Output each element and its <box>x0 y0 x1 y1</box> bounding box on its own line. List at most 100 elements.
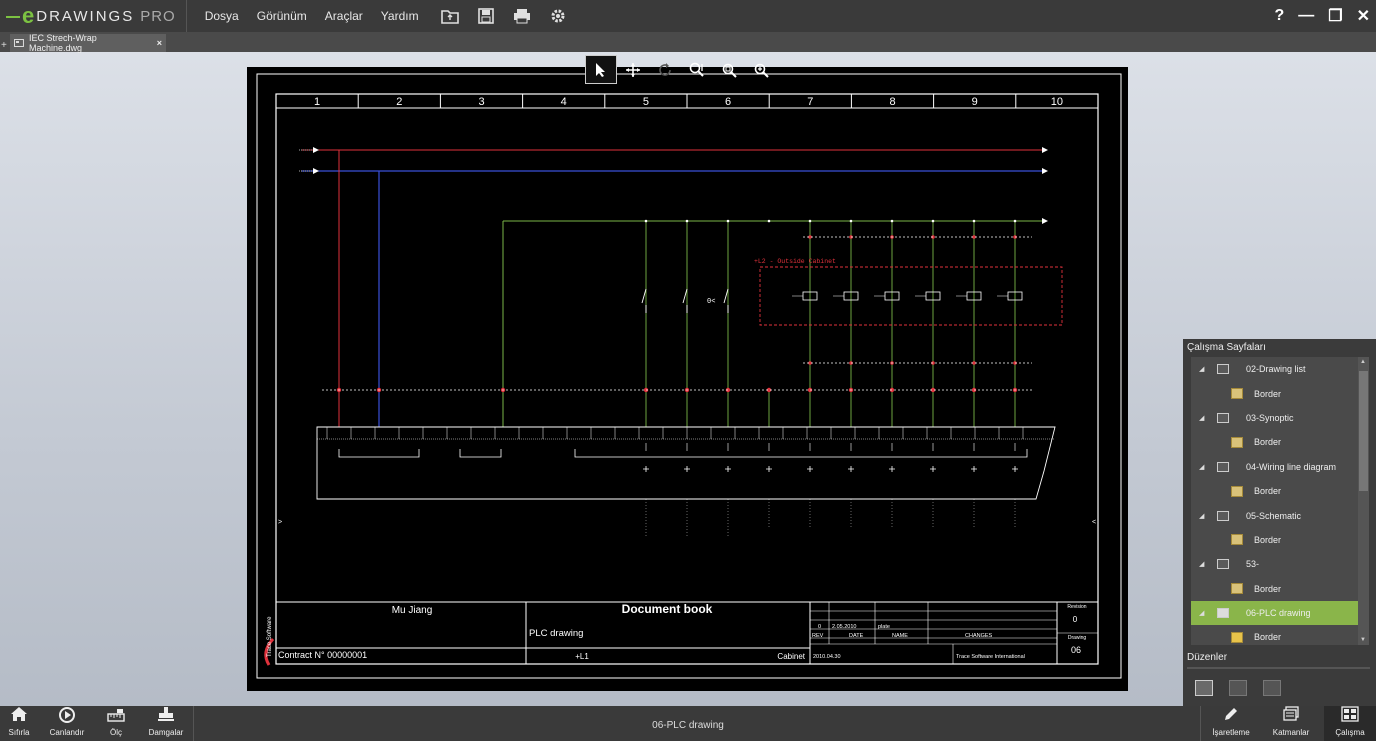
contract-number: Contract N° 00000001 <box>278 650 367 660</box>
zoom-icon[interactable] <box>745 55 777 84</box>
plus-marker <box>848 466 854 472</box>
scroll-up-icon[interactable]: ▲ <box>1360 359 1366 365</box>
column-number: 7 <box>807 96 813 108</box>
pin-icon[interactable]: + <box>1 40 7 51</box>
expand-arrow-icon[interactable]: ◢ <box>1199 560 1204 568</box>
column-grid: 1 2 3 4 5 6 7 8 9 10 <box>314 94 1063 108</box>
layers-button[interactable]: Katmanlar <box>1268 706 1314 741</box>
animate-button[interactable]: Canlandır <box>48 706 86 741</box>
col-name: NAME <box>892 633 908 639</box>
rotate-icon[interactable] <box>649 55 681 84</box>
help-icon[interactable]: ? <box>1274 7 1284 25</box>
restore-icon[interactable]: ❐ <box>1328 6 1342 26</box>
stamps-button[interactable]: Damgalar <box>146 706 186 741</box>
layout-model-icon[interactable] <box>1195 680 1213 696</box>
column-number: 8 <box>889 96 895 108</box>
document-subtitle: PLC drawing <box>529 628 583 639</box>
document-title: Document book <box>622 602 713 616</box>
tree-item-border[interactable]: Border <box>1191 430 1358 454</box>
layers-icon <box>1282 706 1300 728</box>
column-number: 2 <box>396 96 402 108</box>
zoom-fit-icon[interactable] <box>713 55 745 84</box>
tree-item-53[interactable]: ◢ 53- <box>1191 552 1358 576</box>
plus-marker <box>725 466 731 472</box>
plc-brackets <box>338 449 1028 458</box>
layout-sheet-icon[interactable] <box>1229 680 1247 696</box>
logo-e: e <box>22 3 35 28</box>
trace-software-logo: Trace Software <box>264 616 275 666</box>
expand-arrow-icon[interactable]: ◢ <box>1199 609 1204 617</box>
col-rev: REV <box>812 633 824 639</box>
expand-arrow-icon[interactable]: ◢ <box>1199 414 1204 422</box>
document-tab[interactable]: IEC Strech-Wrap Machine.dwg × <box>10 33 166 53</box>
sheets-icon <box>1341 706 1359 728</box>
tree-item-drawing-list[interactable]: ◢ 02-Drawing list <box>1191 357 1358 381</box>
title-bar: e DRAWINGS PRO Dosya Görünüm Araçlar Yar… <box>0 0 1376 32</box>
col-date: DATE <box>849 633 864 639</box>
rev-date: 2.05.2010 <box>832 624 856 630</box>
column-number: 3 <box>478 96 484 108</box>
sheets-button[interactable]: Çalışma <box>1330 706 1370 741</box>
svg-text:<: < <box>1092 519 1096 526</box>
tree-item-plc-drawing[interactable]: ◢ 06-PLC drawing <box>1191 600 1358 626</box>
sheet-icon <box>1217 461 1229 472</box>
print-icon[interactable] <box>511 5 533 27</box>
tab-close-icon[interactable]: × <box>157 38 162 48</box>
drawing-date: 2010.04.30 <box>813 654 841 660</box>
document-icon <box>14 39 24 47</box>
plc-terminals <box>326 427 1024 439</box>
zoom-window-icon[interactable] <box>681 55 713 84</box>
column-number: 5 <box>643 96 649 108</box>
column-number: 9 <box>972 96 978 108</box>
toolbar-separator <box>193 706 194 741</box>
border-layout-icon <box>1231 583 1243 595</box>
svg-text:Trace Software: Trace Software <box>267 616 273 657</box>
measure-button[interactable]: Ölç <box>106 706 126 741</box>
border-layout-icon <box>1231 534 1243 546</box>
cabinet-label: +L2 - Outside Cabinet <box>754 258 836 265</box>
tree-item-synoptic[interactable]: ◢ 03-Synoptic <box>1191 406 1358 430</box>
menu-gorunum[interactable]: Görünüm <box>257 9 307 23</box>
open-icon[interactable] <box>439 5 461 27</box>
markup-button[interactable]: İşaretleme <box>1208 706 1254 741</box>
save-icon[interactable] <box>475 5 497 27</box>
scroll-down-icon[interactable]: ▼ <box>1360 637 1366 643</box>
scroll-thumb[interactable] <box>1359 371 1368 491</box>
plus-marker <box>889 466 895 472</box>
tree-item-border[interactable]: Border <box>1191 625 1358 649</box>
menu-dosya[interactable]: Dosya <box>205 9 239 23</box>
menu-yardim[interactable]: Yardım <box>381 9 419 23</box>
tree-scrollbar[interactable]: ▲ ▼ <box>1358 357 1369 645</box>
junction-dot <box>726 219 730 223</box>
expand-arrow-icon[interactable]: ◢ <box>1199 365 1204 373</box>
settings-gear-icon[interactable] <box>547 5 569 27</box>
tree-item-schematic[interactable]: ◢ 05-Schematic <box>1191 503 1358 527</box>
column-number: 6 <box>725 96 731 108</box>
tree-item-border[interactable]: Border <box>1191 528 1358 552</box>
tree-item-border[interactable]: Border <box>1191 381 1358 405</box>
border-layout-icon <box>1231 485 1243 497</box>
plus-marker <box>766 466 772 472</box>
select-arrow-icon[interactable] <box>585 55 617 84</box>
pan-icon[interactable] <box>617 55 649 84</box>
close-icon[interactable]: ✕ <box>1357 6 1370 26</box>
reset-button[interactable]: Sıfırla <box>6 706 32 741</box>
expand-arrow-icon[interactable]: ◢ <box>1199 512 1204 520</box>
layout-grid-icon[interactable] <box>1263 680 1281 696</box>
minimize-icon[interactable]: — <box>1298 7 1314 25</box>
sheet-icon <box>1217 510 1229 521</box>
tree-item-wiring-line-diagram[interactable]: ◢ 04-Wiring line diagram <box>1191 455 1358 479</box>
junction-dot <box>685 219 689 223</box>
border-layout-icon <box>1231 631 1243 643</box>
menu-araclar[interactable]: Araçlar <box>325 9 363 23</box>
drawing-canvas[interactable]: 1 2 3 4 5 6 7 8 9 10 > < +L2 - Outside Cabinet <box>247 67 1128 691</box>
bottom-toolbar: Sıfırla Canlandır Ölç Damgalar 06-PLC dr… <box>0 706 1376 741</box>
tree-item-border[interactable]: Border <box>1191 577 1358 601</box>
sheet-icon <box>1217 364 1229 375</box>
tree-item-border[interactable]: Border <box>1191 479 1358 503</box>
author-name: Mu Jiang <box>392 605 433 616</box>
document-tab-bar: + IEC Strech-Wrap Machine.dwg × <box>0 32 1376 53</box>
border-layout-icon <box>1231 388 1243 400</box>
expand-arrow-icon[interactable]: ◢ <box>1199 463 1204 471</box>
svg-text:>: > <box>278 519 282 526</box>
